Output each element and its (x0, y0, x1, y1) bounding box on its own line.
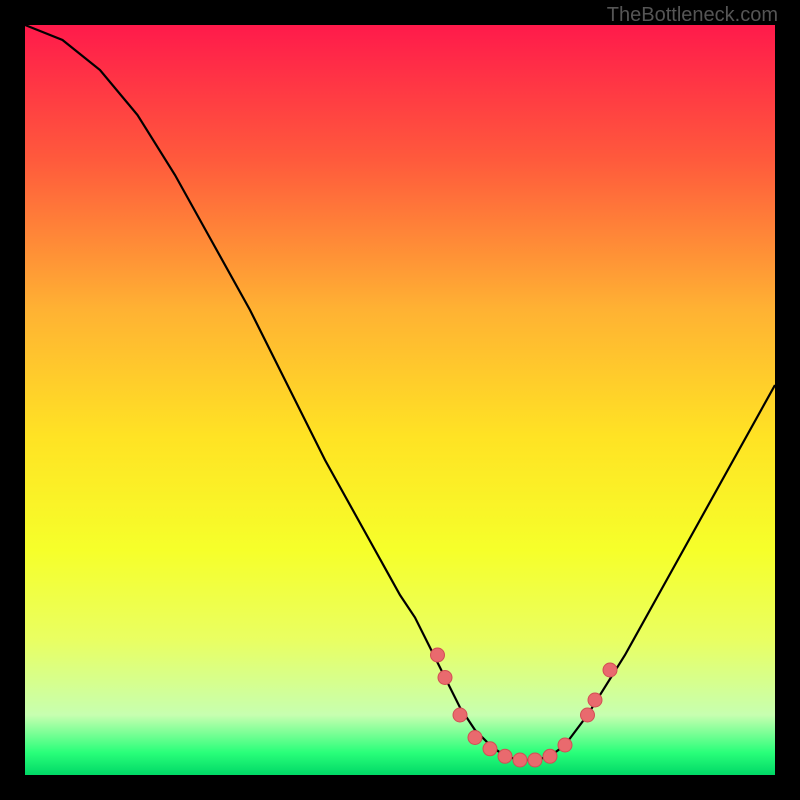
data-dot (468, 731, 482, 745)
data-dot (543, 749, 557, 763)
curve-layer (25, 25, 775, 775)
data-dot (558, 738, 572, 752)
data-dots (431, 648, 618, 767)
data-dot (431, 648, 445, 662)
plot-area (25, 25, 775, 775)
data-dot (513, 753, 527, 767)
data-dot (438, 671, 452, 685)
data-dot (528, 753, 542, 767)
data-dot (603, 663, 617, 677)
chart-frame: TheBottleneck.com (0, 0, 800, 800)
bottleneck-curve (25, 25, 775, 760)
data-dot (498, 749, 512, 763)
data-dot (483, 742, 497, 756)
data-dot (581, 708, 595, 722)
data-dot (453, 708, 467, 722)
attribution-text: TheBottleneck.com (607, 4, 778, 27)
data-dot (588, 693, 602, 707)
